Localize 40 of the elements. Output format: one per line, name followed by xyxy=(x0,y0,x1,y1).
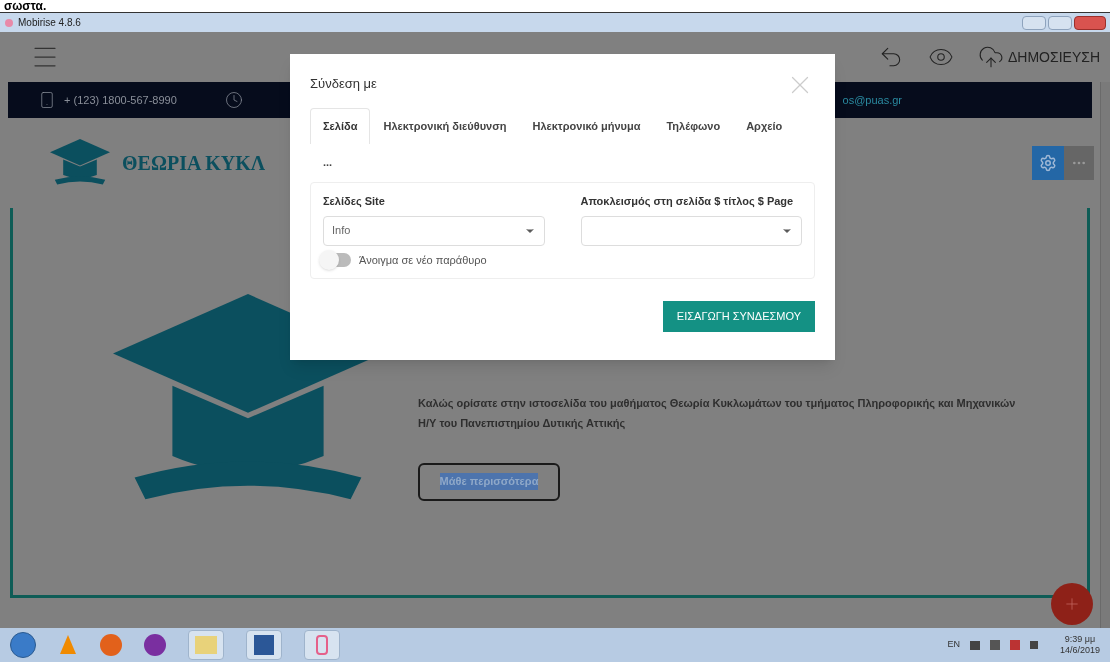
phone-number: + (123) 1800-567-8990 xyxy=(64,92,177,108)
logo-text: ΘΕΩΡΙΑ ΚΥΚΛ xyxy=(122,151,266,176)
insert-link-button[interactable]: ΕΙΣΑΓΩΓΗ ΣΥΝΔΕΣΜΟΥ xyxy=(662,301,815,332)
window-title: Mobirise 4.8.6 xyxy=(18,16,81,30)
field-label: Σελίδες Site xyxy=(323,194,386,209)
email-text: os@puas.gr xyxy=(842,92,902,108)
maximize-button[interactable] xyxy=(1048,15,1072,30)
logo-cap-icon xyxy=(50,139,110,187)
plus-icon xyxy=(1063,595,1081,613)
clock-icon xyxy=(224,91,243,109)
add-button[interactable] xyxy=(1051,583,1093,625)
link-type-tab[interactable]: Ηλεκτρονικό μήνυμα xyxy=(519,108,654,144)
page-select[interactable] xyxy=(580,215,802,246)
link-type-tab[interactable]: Σελίδα xyxy=(310,108,371,144)
link-type-tab[interactable]: Αρχείο xyxy=(733,108,796,144)
phone-app-icon[interactable] xyxy=(304,630,340,660)
minimize-button[interactable] xyxy=(1022,15,1046,30)
close-button[interactable] xyxy=(1074,15,1106,30)
settings-icon xyxy=(1039,154,1057,172)
start-button[interactable] xyxy=(10,632,36,658)
field-label: Αποκλεισμός στη σελίδα $ τίτλος $ Page xyxy=(580,194,795,209)
phone-icon xyxy=(38,91,56,109)
cloud-upload-icon xyxy=(978,44,1004,70)
page-select[interactable]: Info xyxy=(323,215,545,246)
app-logo-icon xyxy=(4,17,14,28)
folder-icon[interactable] xyxy=(188,630,224,660)
intro-paragraph: Καλώς ορίσατε στην ιστοσελίδα του μαθήματος Θεωρία Κυκλωμάτων του τμήματος Πληροφορικής και Μηχανικών Η/Υ του Πανεπιστημίου Δυτικής Αττικής xyxy=(418,395,1017,431)
publish-button[interactable]: ΔΗΜΟΣΙΕΥΣΗ xyxy=(978,44,1100,70)
settings-button[interactable] xyxy=(1032,146,1064,180)
toggle-label: Άνοιγμα σε νέο παράθυρο xyxy=(359,252,487,268)
link-type-tab[interactable]: Τηλέφωνο xyxy=(653,108,734,144)
caption-text: σωστα. xyxy=(4,0,47,12)
link-type-tab[interactable]: ... xyxy=(310,144,346,180)
traffic-cone-icon[interactable] xyxy=(58,634,78,656)
clock-date[interactable]: 14/6/2019 xyxy=(1059,645,1100,656)
link-type-tab[interactable]: Ηλεκτρονική διεύθυνση xyxy=(370,108,520,144)
dialog-title: Σύνδεση με xyxy=(310,75,377,93)
language-indicator[interactable]: EN xyxy=(947,638,960,652)
scrollbar[interactable] xyxy=(1100,82,1110,628)
clock-time[interactable]: 9:39 μμ xyxy=(1064,634,1096,645)
